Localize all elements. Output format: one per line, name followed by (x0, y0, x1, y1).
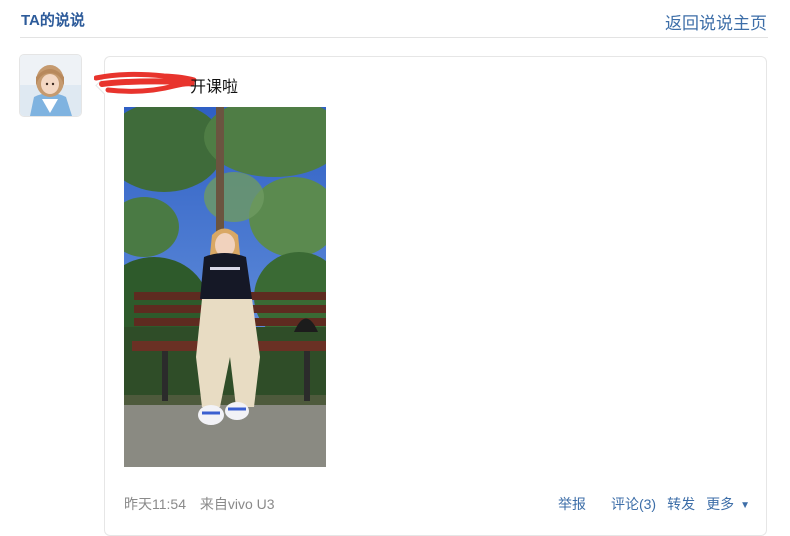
header-divider (20, 37, 768, 38)
avatar[interactable] (20, 55, 81, 116)
page-title: TA的说说 (21, 12, 85, 29)
comment-button[interactable]: 评论(3) (611, 494, 656, 514)
post-source: 来自vivo U3 (199, 496, 275, 512)
back-to-feed-link[interactable]: 返回说说主页 (665, 9, 767, 34)
post-actions: 举报 评论(3) 转发 更多 ▼ (558, 494, 750, 514)
report-button[interactable]: 举报 (558, 494, 586, 514)
page-header: TA的说说 返回说说主页 (0, 0, 790, 38)
more-button[interactable]: 更多 ▼ (706, 494, 750, 514)
post-timestamp: 昨天11:54 (124, 496, 186, 512)
share-button[interactable]: 转发 (667, 494, 695, 514)
redaction-mark (94, 71, 197, 94)
post-meta: 昨天11:54 来自vivo U3 (124, 494, 275, 514)
more-label: 更多 (706, 496, 735, 512)
post-photo[interactable] (124, 107, 326, 467)
post-text: 开课啦 (190, 79, 239, 96)
caret-down-icon: ▼ (740, 500, 750, 511)
